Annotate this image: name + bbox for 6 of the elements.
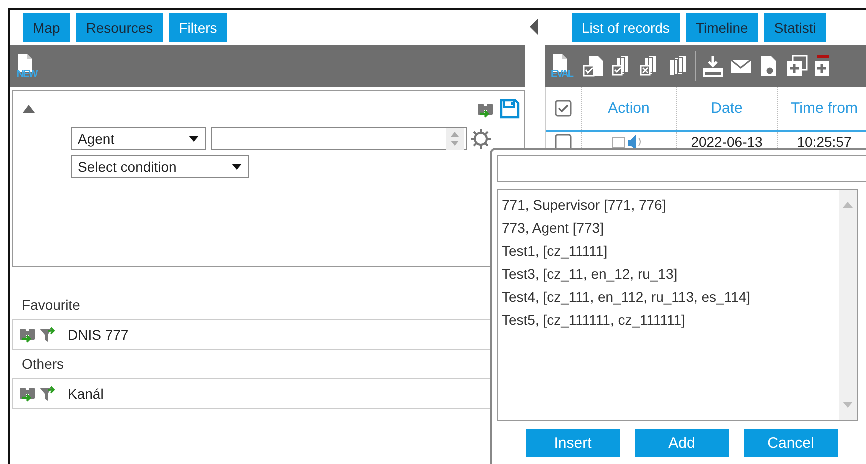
filter-name: DNIS 777: [68, 326, 129, 342]
group-heading: Others: [22, 355, 64, 374]
new-label: NEW: [16, 68, 38, 80]
group-heading: Favourite: [22, 296, 80, 315]
filter-name: Kanál: [68, 386, 104, 402]
evaluate-label: EVAL: [551, 68, 573, 80]
